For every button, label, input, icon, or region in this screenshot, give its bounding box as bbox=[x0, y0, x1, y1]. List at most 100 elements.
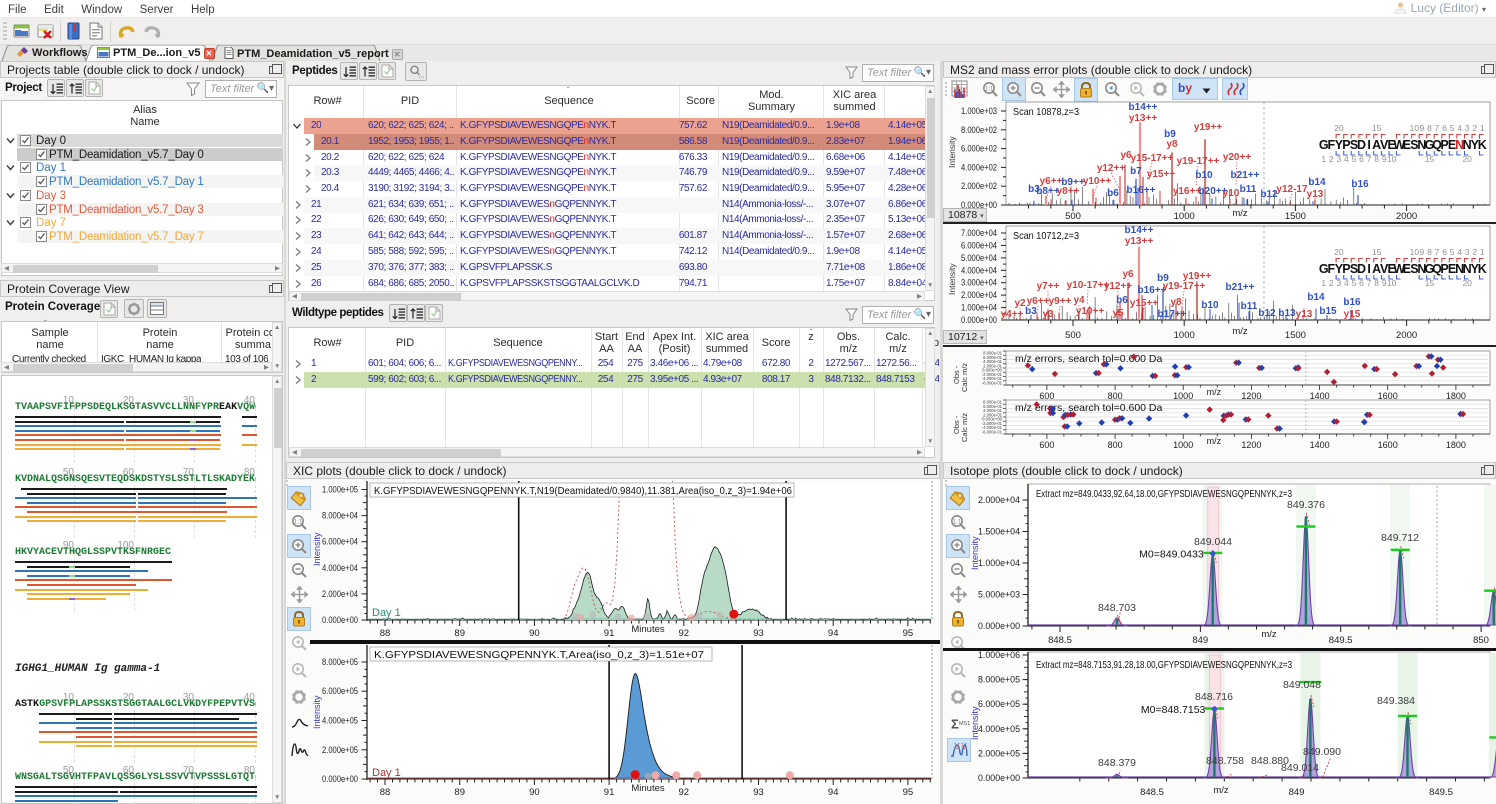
svg-text:5.000e+03: 5.000e+03 bbox=[978, 590, 1020, 601]
svg-text:I: I bbox=[1367, 262, 1370, 276]
svg-text:849.014: 849.014 bbox=[1281, 762, 1319, 774]
svg-text:88: 88 bbox=[380, 787, 391, 798]
svg-text:849.712: 849.712 bbox=[1381, 532, 1419, 544]
svg-text:1800: 1800 bbox=[1446, 440, 1466, 450]
svg-text:2.000e+04: 2.000e+04 bbox=[978, 495, 1020, 506]
svg-text:8: 8 bbox=[1427, 247, 1432, 257]
svg-text:1.000e+04: 1.000e+04 bbox=[961, 303, 997, 314]
svg-text:849.090: 849.090 bbox=[1303, 746, 1341, 758]
svg-text:849: 849 bbox=[1192, 635, 1208, 646]
svg-text:6: 6 bbox=[1359, 278, 1364, 288]
svg-text:6.000e+05: 6.000e+05 bbox=[322, 686, 358, 697]
svg-text:b10: b10 bbox=[1201, 300, 1219, 311]
svg-text:2: 2 bbox=[1472, 247, 1477, 257]
svg-text:y13: y13 bbox=[1296, 309, 1313, 320]
svg-text:y19-17++: y19-17++ bbox=[1163, 281, 1206, 292]
svg-text:6.000e+05: 6.000e+05 bbox=[978, 699, 1020, 710]
svg-text:y3: y3 bbox=[1042, 309, 1054, 320]
svg-text:848.703: 848.703 bbox=[1098, 602, 1136, 614]
svg-text:1400: 1400 bbox=[1310, 440, 1330, 450]
svg-text:848.5: 848.5 bbox=[1140, 787, 1164, 798]
svg-text:500: 500 bbox=[1065, 330, 1081, 341]
svg-text:b13: b13 bbox=[1278, 308, 1296, 319]
svg-text:15: 15 bbox=[1425, 278, 1435, 288]
svg-text:8: 8 bbox=[1374, 278, 1379, 288]
svg-text:1.000e+06: 1.000e+06 bbox=[978, 650, 1020, 661]
svg-text:849.048: 849.048 bbox=[1283, 679, 1321, 691]
svg-text:Minutes: Minutes bbox=[631, 783, 665, 794]
svg-text:5: 5 bbox=[1352, 278, 1357, 288]
svg-text:b11: b11 bbox=[1241, 301, 1258, 312]
svg-text:y8: y8 bbox=[1170, 297, 1182, 308]
svg-text:7.000e+04: 7.000e+04 bbox=[961, 228, 997, 239]
svg-text:b14: b14 bbox=[1307, 292, 1325, 303]
svg-text:y6: y6 bbox=[1122, 269, 1134, 280]
svg-text:1000: 1000 bbox=[1173, 440, 1193, 450]
svg-text:y4++: y4++ bbox=[1001, 309, 1024, 320]
svg-text:m/z errors, search tol=0.600 D: m/z errors, search tol=0.600 Da bbox=[1015, 353, 1163, 365]
svg-text:y15: y15 bbox=[1344, 309, 1361, 320]
svg-text:4: 4 bbox=[1457, 247, 1462, 257]
svg-text:10: 10 bbox=[1410, 247, 1420, 257]
svg-text:b16: b16 bbox=[1343, 297, 1361, 308]
svg-text:b3: b3 bbox=[1025, 306, 1037, 317]
svg-text:2.000e+05: 2.000e+05 bbox=[322, 745, 358, 756]
svg-text:1.000e+04: 1.000e+04 bbox=[978, 558, 1020, 569]
svg-text:y9++: y9++ bbox=[1049, 296, 1072, 307]
svg-text:4.000e+04: 4.000e+04 bbox=[961, 265, 997, 276]
svg-text:b14++: b14++ bbox=[1125, 225, 1154, 236]
svg-text:6: 6 bbox=[1442, 247, 1447, 257]
svg-text:y10++: y10++ bbox=[1076, 306, 1105, 317]
svg-text:8.000e+05: 8.000e+05 bbox=[322, 657, 358, 668]
svg-text:b17++: b17++ bbox=[1158, 309, 1187, 320]
svg-text:Day 1: Day 1 bbox=[372, 767, 401, 779]
svg-text:0.000e+00: 0.000e+00 bbox=[322, 774, 358, 785]
svg-text:4: 4 bbox=[1344, 278, 1349, 288]
svg-text:15: 15 bbox=[1372, 247, 1382, 257]
svg-text:89: 89 bbox=[454, 787, 465, 798]
svg-text:m/z: m/z bbox=[1207, 436, 1222, 446]
svg-text:m/z: m/z bbox=[1232, 326, 1248, 337]
svg-text:b21++: b21++ bbox=[1226, 282, 1255, 293]
svg-text:8.000e+05: 8.000e+05 bbox=[978, 675, 1020, 686]
svg-text:1000: 1000 bbox=[1174, 330, 1195, 341]
svg-text:7: 7 bbox=[1367, 278, 1372, 288]
svg-text:m/z: m/z bbox=[1207, 387, 1222, 397]
svg-text:850: 850 bbox=[1473, 635, 1489, 646]
svg-text:D: D bbox=[1357, 262, 1366, 276]
svg-text:3: 3 bbox=[1465, 247, 1470, 257]
svg-text:0.000e+00: 0.000e+00 bbox=[978, 621, 1020, 632]
svg-text:2000: 2000 bbox=[1396, 330, 1417, 341]
svg-text:4.000e+05: 4.000e+05 bbox=[978, 724, 1020, 735]
svg-text:Extract mz=849.0433,92.64,18.0: Extract mz=849.0433,92.64,18.00,GFYPSDIA… bbox=[1036, 488, 1292, 500]
svg-text:3.000e+04: 3.000e+04 bbox=[961, 278, 997, 289]
svg-text:600: 600 bbox=[1039, 440, 1054, 450]
svg-text:b15: b15 bbox=[1319, 306, 1337, 317]
svg-text:20: 20 bbox=[1462, 278, 1472, 288]
svg-text:91: 91 bbox=[604, 787, 615, 798]
svg-text:M0=849.0433: M0=849.0433 bbox=[1139, 549, 1204, 561]
svg-text:1.500e+04: 1.500e+04 bbox=[978, 527, 1020, 538]
svg-text:93: 93 bbox=[753, 787, 764, 798]
svg-text:5: 5 bbox=[1450, 247, 1455, 257]
svg-text:1: 1 bbox=[1321, 278, 1326, 288]
svg-text:m/z: m/z bbox=[1213, 785, 1229, 796]
svg-text:y13++: y13++ bbox=[1125, 236, 1154, 247]
svg-text:2: 2 bbox=[1329, 278, 1334, 288]
svg-text:b12: b12 bbox=[1258, 308, 1276, 319]
svg-text:849.384: 849.384 bbox=[1377, 695, 1415, 707]
svg-text:0.000e+00: 0.000e+00 bbox=[978, 773, 1020, 784]
svg-text:849: 849 bbox=[1289, 787, 1305, 798]
svg-text:-6.000e-01: -6.000e-01 bbox=[982, 380, 1003, 385]
svg-text:849.5: 849.5 bbox=[1429, 787, 1453, 798]
svg-text:y7++: y7++ bbox=[1037, 281, 1060, 292]
svg-text:849.5: 849.5 bbox=[1329, 635, 1353, 646]
svg-text:848.5: 848.5 bbox=[1048, 635, 1072, 646]
svg-text:4.000e+05: 4.000e+05 bbox=[322, 716, 358, 727]
svg-text:848.716: 848.716 bbox=[1195, 691, 1233, 703]
svg-text:9: 9 bbox=[1420, 247, 1425, 257]
svg-text:m/z: m/z bbox=[1261, 629, 1277, 640]
svg-text:1: 1 bbox=[1480, 247, 1485, 257]
svg-text:94: 94 bbox=[828, 787, 839, 798]
svg-text:...: ... bbox=[419, 71, 425, 80]
